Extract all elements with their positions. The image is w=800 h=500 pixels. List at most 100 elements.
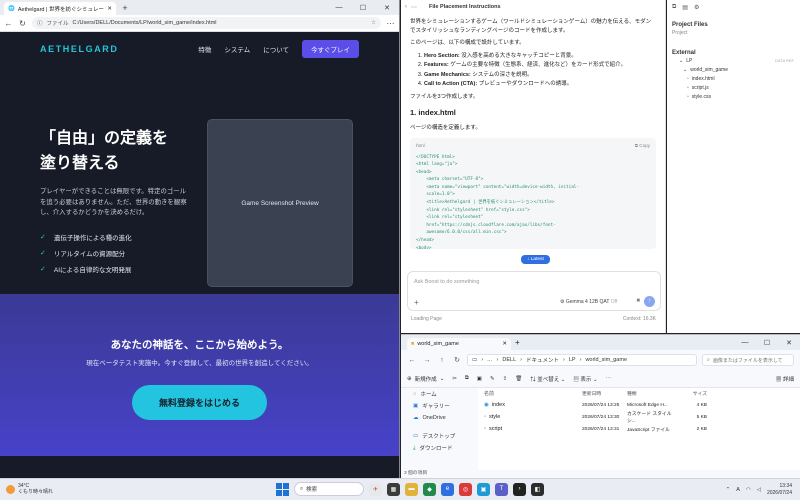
files-icon[interactable]: ⧉ bbox=[672, 4, 676, 11]
minimize-icon[interactable]: — bbox=[327, 4, 351, 12]
up-icon[interactable]: ↑ bbox=[437, 357, 447, 364]
url-scheme-label: ファイル bbox=[46, 21, 69, 27]
paste-icon[interactable]: ▣ bbox=[477, 376, 482, 382]
search-icon: ⌕ bbox=[707, 357, 710, 363]
browser-tab[interactable]: 🌐 Aethelgard | 世界を紡ぐシミュレーシ… ✕ bbox=[4, 2, 116, 15]
taskbar-search[interactable]: ⌕ 検索 bbox=[294, 482, 364, 496]
volume-icon[interactable]: ◁ bbox=[757, 487, 761, 493]
tab-close-icon[interactable]: ✕ bbox=[107, 6, 112, 12]
file-label: script.js bbox=[691, 84, 709, 91]
chevron-left-icon[interactable]: ‹ bbox=[405, 4, 407, 10]
delete-icon[interactable]: 🗑 bbox=[515, 376, 522, 382]
column-header-type[interactable]: 種類 bbox=[627, 390, 677, 397]
terminal-icon[interactable]: › bbox=[513, 482, 526, 496]
share-icon[interactable]: ⇪ bbox=[503, 376, 508, 382]
feature-label: AIによる自律的な文明発展 bbox=[53, 267, 132, 274]
view-button[interactable]: ▤ 表示 ⌄ bbox=[573, 375, 597, 383]
more-icon[interactable]: ⋯ bbox=[606, 376, 612, 382]
search-icon: ⌕ bbox=[300, 485, 304, 492]
browser-window: 🌐 Aethelgard | 世界を紡ぐシミュレーシ… ✕ + — ☐ ✕ ← … bbox=[0, 0, 400, 478]
refresh-icon[interactable]: ↻ bbox=[452, 356, 462, 364]
new-button[interactable]: ⊕ 新規作成 ⌄ bbox=[407, 375, 444, 383]
tree-folder-lp[interactable]: ⌄ LP DATA REF bbox=[667, 56, 800, 65]
project-subheading: Project bbox=[672, 30, 688, 36]
stop-icon[interactable]: ■ bbox=[636, 298, 640, 304]
tree-file[interactable]: ▫ index.html bbox=[667, 74, 800, 83]
lp-logo[interactable]: AETHELGARD bbox=[40, 44, 119, 54]
maximize-icon[interactable]: ☐ bbox=[351, 4, 375, 12]
doc-icon[interactable]: ▤ bbox=[682, 4, 688, 11]
app-icon[interactable]: ◆ bbox=[423, 482, 436, 496]
file-explorer-icon[interactable]: ▬ bbox=[405, 482, 418, 496]
code-editor-icon[interactable]: ◧ bbox=[531, 482, 544, 496]
edge-icon[interactable]: e bbox=[441, 482, 454, 496]
chat-structure-list: Hero Section: 没入感を高める大きなキャッチコピーと背景。 Feat… bbox=[410, 52, 656, 89]
new-tab-button[interactable]: + bbox=[119, 3, 131, 13]
breadcrumb-item[interactable]: DELL bbox=[502, 357, 516, 363]
chevron-up-icon[interactable]: ⌃ bbox=[726, 487, 731, 493]
address-bar[interactable]: ⓘ ファイル C:/Users/DELL/Documents/LP/world_… bbox=[32, 17, 381, 29]
task-view-icon[interactable]: ▦ bbox=[387, 482, 400, 496]
menu-icon[interactable]: ⋯ bbox=[386, 19, 395, 28]
tree-file[interactable]: ▫ script.js bbox=[667, 83, 800, 92]
widget-app-icon[interactable]: ✈ bbox=[369, 482, 382, 496]
settings-icon[interactable]: ⚙ bbox=[694, 4, 699, 11]
teams-icon[interactable]: T bbox=[495, 482, 508, 496]
list-item: Call to Action (CTA): プレビューやダウンロードへの誘導。 bbox=[424, 80, 656, 89]
chrome-icon[interactable]: ◎ bbox=[459, 482, 472, 496]
close-window-icon[interactable]: ✕ bbox=[375, 4, 399, 12]
weather-widget[interactable]: 34°C くもり時々晴れ bbox=[6, 483, 53, 495]
model-selector[interactable]: ⚙ Gemma 4 12B QAT Off bbox=[560, 299, 617, 305]
ime-indicator[interactable]: A bbox=[736, 487, 740, 493]
maximize-icon[interactable]: ☐ bbox=[756, 339, 778, 347]
tree-folder-world-sim-game[interactable]: ⌄ world_sim_game bbox=[667, 65, 800, 74]
breadcrumb-item[interactable]: ドキュメント bbox=[526, 356, 559, 364]
explorer-tab[interactable]: ■ world_sim_game ✕ bbox=[407, 338, 511, 350]
nav-desktop[interactable]: ▭ デスクトップ bbox=[401, 430, 476, 442]
breadcrumb-item[interactable]: world_sim_game bbox=[585, 357, 627, 363]
tree-file[interactable]: ▫ style.css bbox=[667, 92, 800, 101]
free-signup-button[interactable]: 無料登録をはじめる bbox=[131, 385, 267, 420]
chat-input-box[interactable]: Ask Boost to do something + ⚙ Gemma 4 12… bbox=[407, 271, 661, 311]
cut-icon[interactable]: ✂ bbox=[452, 376, 457, 382]
windows-start-icon[interactable] bbox=[276, 482, 289, 496]
minimize-icon[interactable]: — bbox=[734, 339, 756, 347]
details-button[interactable]: ▦ 詳細 bbox=[776, 375, 794, 383]
nav-downloads[interactable]: ⤓ ダウンロード bbox=[401, 442, 476, 454]
rename-icon[interactable]: ✎ bbox=[490, 376, 495, 382]
breadcrumb-item[interactable]: LP bbox=[569, 357, 576, 363]
copy-icon[interactable]: ⧉ bbox=[465, 375, 469, 382]
table-row[interactable]: ▫ script 2026/07/24 13:31 JavaScript ファイル… bbox=[478, 423, 800, 435]
nav-home[interactable]: ⌂ ホーム bbox=[401, 388, 476, 400]
column-header-size[interactable]: サイズ bbox=[677, 390, 707, 397]
nav-gallery[interactable]: ▣ ギャラリー bbox=[401, 400, 476, 412]
refresh-icon[interactable]: ↻ bbox=[18, 19, 27, 28]
nav-system[interactable]: システム bbox=[224, 44, 250, 54]
more-icon[interactable]: ⋯ bbox=[411, 4, 417, 11]
jump-latest-button[interactable]: ↓ Latest bbox=[521, 255, 550, 264]
star-icon[interactable]: ☆ bbox=[371, 20, 376, 26]
column-header-date[interactable]: 更新日時 bbox=[582, 390, 627, 397]
copy-button[interactable]: ⧉ Copy bbox=[635, 142, 650, 151]
tab-close-icon[interactable]: ✕ bbox=[502, 341, 507, 347]
nav-onedrive[interactable]: ☁ OneDrive bbox=[401, 412, 476, 424]
send-button[interactable]: ↑ bbox=[644, 296, 655, 307]
nav-about[interactable]: について bbox=[263, 44, 289, 54]
table-row[interactable]: ▫ style 2026/07/24 13:30 カスケード スタイル シ... … bbox=[478, 411, 800, 424]
new-tab-icon[interactable]: + bbox=[515, 338, 520, 347]
attach-icon[interactable]: + bbox=[414, 298, 419, 307]
wifi-icon[interactable]: ◠ bbox=[746, 487, 751, 493]
explorer-search[interactable]: ⌕ 画像またはファイルを表示して bbox=[702, 354, 794, 366]
column-header-name[interactable]: 名前 bbox=[478, 390, 582, 397]
back-icon[interactable]: ← bbox=[407, 357, 417, 364]
file-date: 2026/07/24 13:25 bbox=[582, 402, 620, 408]
clock[interactable]: 13:34 2026/07/24 bbox=[767, 483, 792, 496]
close-window-icon[interactable]: ✕ bbox=[778, 339, 800, 347]
breadcrumb[interactable]: ▭ ›… › DELL › ドキュメント › LP › world_sim_game bbox=[467, 354, 697, 366]
sort-button[interactable]: ⇅ 並べ替え ⌄ bbox=[530, 375, 565, 383]
play-now-button[interactable]: 今すぐプレイ bbox=[302, 40, 359, 58]
nav-features[interactable]: 特徴 bbox=[198, 44, 211, 54]
back-icon[interactable]: ← bbox=[4, 19, 13, 28]
forward-icon[interactable]: → bbox=[422, 357, 432, 364]
store-icon[interactable]: ▣ bbox=[477, 482, 490, 496]
